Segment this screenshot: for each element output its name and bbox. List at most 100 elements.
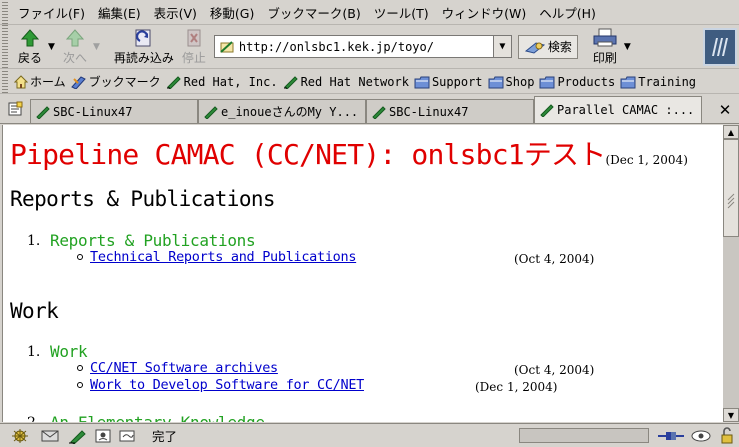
bookmark-training[interactable]: Training — [620, 75, 696, 89]
list-number: 2. — [27, 415, 40, 422]
menu-edit[interactable]: 編集(E) — [94, 3, 150, 22]
bookmark-products-label: Products — [557, 74, 616, 89]
url-history-dropdown-icon[interactable]: ▼ — [492, 36, 511, 57]
page-title-date: (Dec 1, 2004) — [605, 153, 688, 167]
navigator-icon[interactable] — [10, 428, 30, 444]
list-item: CC/NET Software archives — [77, 360, 278, 376]
forward-button[interactable]: 次へ — [59, 27, 91, 67]
list-heading-elementary: An Elementary Knowledge — [50, 413, 265, 422]
home-icon — [14, 74, 28, 88]
bullet-icon — [77, 365, 83, 371]
close-tab-icon[interactable]: ✕ — [711, 97, 739, 123]
list-number: 1. — [27, 344, 41, 360]
status-text: 完了 — [152, 429, 178, 444]
new-tab-icon — [8, 101, 23, 116]
bookmarks-toolbar: ホーム ブックマーク Red Hat, Inc. Red Hat Network… — [0, 70, 739, 94]
bookmark-bookmarks[interactable]: ブックマーク — [70, 73, 161, 90]
reload-button[interactable]: 再読み込み — [110, 27, 178, 67]
lock-icon[interactable] — [719, 427, 735, 444]
connection-icon[interactable] — [657, 428, 685, 444]
tab-sbc-linux47-2[interactable]: SBC-Linux47 — [366, 99, 534, 123]
search-icon — [524, 39, 546, 55]
back-label: 戻る — [18, 50, 43, 65]
tab-bar: SBC-Linux47 e_inoueさんのMy Y... SBC-Linux4… — [0, 95, 739, 124]
search-label: 検索 — [547, 40, 572, 54]
menu-bookmarks[interactable]: ブックマーク(B) — [263, 3, 369, 22]
browser-logo-icon — [703, 28, 737, 66]
page-content: Pipeline CAMAC (CC/NET): onlsbc1テスト(Dec … — [2, 125, 723, 422]
bullet-icon — [77, 254, 83, 260]
tab-e-inoue[interactable]: e_inoueさんのMy Y... — [198, 99, 366, 123]
stop-button[interactable]: 停止 — [178, 27, 210, 67]
vertical-scrollbar[interactable]: ▲ ▼ — [723, 125, 739, 422]
page-title: Pipeline CAMAC (CC/NET): onlsbc1テスト(Dec … — [10, 133, 688, 173]
security-eye-icon[interactable] — [690, 428, 712, 444]
link-work-to-develop[interactable]: Work to Develop Software for CC/NET — [90, 377, 364, 393]
link-icon — [372, 105, 386, 119]
back-dropdown-icon[interactable]: ▼ — [48, 42, 55, 52]
bookmark-redhat-inc-label: Red Hat, Inc. — [183, 74, 278, 89]
link-icon — [166, 75, 181, 89]
bookmark-products[interactable]: Products — [539, 75, 615, 89]
irc-icon[interactable] — [118, 428, 136, 444]
menu-window[interactable]: ウィンドウ(W) — [438, 3, 536, 22]
menu-tools[interactable]: ツール(T) — [370, 3, 438, 22]
link-icon — [204, 105, 218, 119]
bookmark-redhat-network-label: Red Hat Network — [300, 74, 409, 89]
print-dropdown-icon[interactable]: ▼ — [624, 42, 631, 52]
section-heading-work: Work — [10, 299, 59, 323]
link-date: (Oct 4, 2004) — [514, 252, 595, 266]
menu-help[interactable]: ヘルプ(H) — [535, 3, 605, 22]
menu-view[interactable]: 表示(V) — [150, 3, 206, 22]
menu-file[interactable]: ファイル(F) — [14, 3, 94, 22]
new-tab-button[interactable] — [0, 95, 30, 123]
back-button[interactable]: 戻る — [14, 27, 46, 67]
tab-label: SBC-Linux47 — [53, 104, 133, 119]
bookmark-shop[interactable]: Shop — [488, 75, 534, 89]
tab-sbc-linux47-1[interactable]: SBC-Linux47 — [30, 99, 198, 123]
url-bar[interactable]: ▼ — [213, 35, 512, 58]
composer-icon[interactable] — [68, 428, 88, 444]
link-icon — [283, 75, 298, 89]
mail-icon[interactable] — [40, 428, 60, 444]
forward-label: 次へ — [62, 50, 87, 65]
page-title-text: Pipeline CAMAC (CC/NET): onlsbc1テスト — [10, 138, 606, 171]
scroll-down-icon[interactable]: ▼ — [723, 408, 739, 422]
reload-icon — [132, 28, 156, 48]
navbar-grip[interactable] — [2, 25, 8, 68]
url-input[interactable] — [238, 39, 489, 54]
bullet-icon — [77, 382, 83, 388]
bookmark-home-label: ホーム — [30, 75, 66, 89]
folder-icon — [539, 76, 555, 88]
list-number: 1. — [27, 233, 41, 249]
reload-label: 再読み込み — [113, 50, 174, 65]
scroll-up-icon[interactable]: ▲ — [723, 125, 739, 139]
bmbar-grip[interactable] — [2, 70, 8, 93]
bookmark-training-label: Training — [638, 74, 697, 89]
list-heading-work: Work — [50, 342, 88, 361]
tab-parallel-camac[interactable]: Parallel CAMAC :... — [534, 96, 702, 123]
scrollbar-thumb[interactable] — [723, 139, 739, 237]
back-arrow-icon — [19, 28, 41, 48]
bookmark-redhat-inc[interactable]: Red Hat, Inc. — [166, 75, 278, 89]
link-ccnet-software-archives[interactable]: CC/NET Software archives — [90, 360, 278, 376]
link-technical-reports[interactable]: Technical Reports and Publications — [90, 249, 356, 265]
link-icon — [540, 104, 554, 117]
bookmark-support[interactable]: Support — [414, 75, 483, 89]
forward-dropdown-icon[interactable]: ▼ — [93, 42, 100, 52]
menu-go[interactable]: 移動(G) — [206, 3, 263, 22]
list-item: Technical Reports and Publications — [77, 249, 356, 265]
list-item: Work to Develop Software for CC/NET — [77, 377, 364, 393]
folder-icon — [620, 76, 636, 88]
search-button[interactable]: 検索 — [517, 34, 578, 59]
bookmark-redhat-network[interactable]: Red Hat Network — [283, 75, 409, 89]
folder-icon — [488, 76, 504, 88]
section-heading-reports: Reports & Publications — [10, 187, 276, 211]
stop-label: 停止 — [181, 50, 206, 65]
bookmark-home[interactable]: ホーム — [14, 73, 66, 90]
forward-arrow-icon — [64, 28, 86, 48]
menubar-grip[interactable] — [2, 0, 8, 24]
address-book-icon[interactable] — [94, 428, 112, 444]
print-button[interactable]: 印刷 — [588, 27, 622, 67]
page-icon — [219, 40, 235, 54]
